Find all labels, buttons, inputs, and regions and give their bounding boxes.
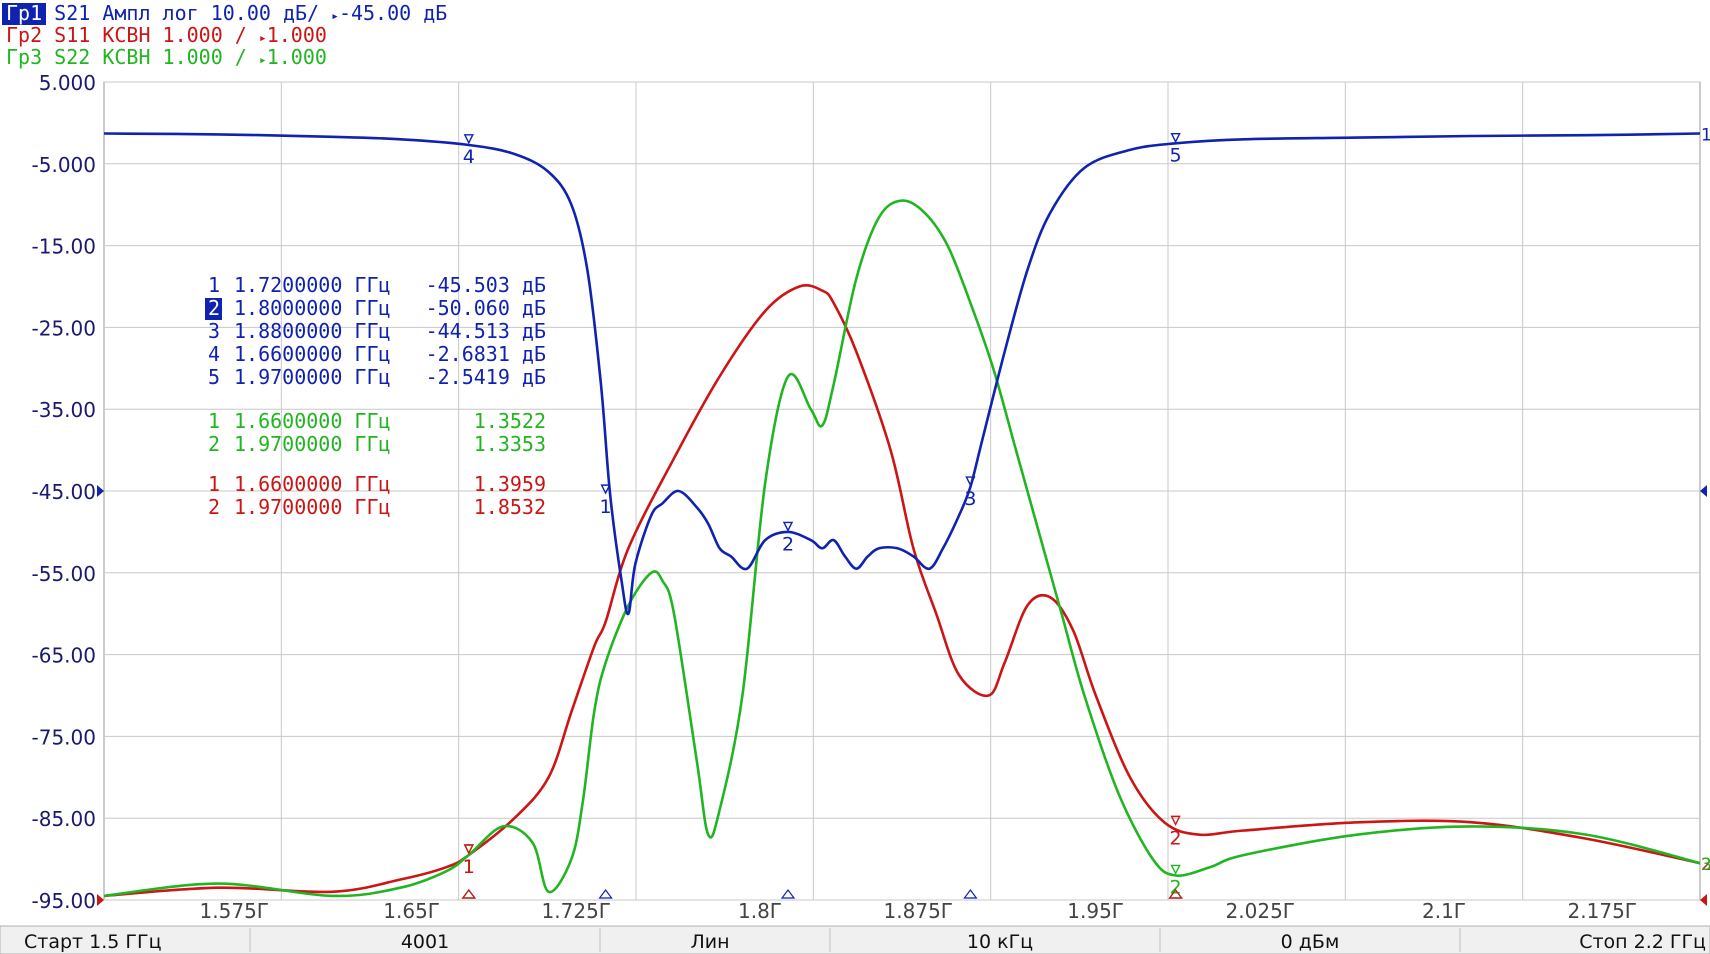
marker-row-s21[interactable]: 5 1.9700000 ГГц -2.5419 дБ <box>208 365 546 389</box>
marker-value: -2.6831 дБ <box>426 342 546 366</box>
x-tick-label: 1.8Г <box>738 899 782 923</box>
power-level[interactable]: 0 дБм <box>1281 931 1340 953</box>
marker-frequency: 1.6600000 ГГц <box>234 342 391 366</box>
x-tick-label: 2.1Г <box>1422 899 1466 923</box>
marker-frequency: 1.6600000 ГГц <box>234 409 391 433</box>
marker-value: -45.503 дБ <box>426 273 546 297</box>
marker-value: 1.3959 <box>474 472 546 496</box>
marker-frequency: 1.9700000 ГГц <box>234 365 391 389</box>
marker-number: 3 <box>208 319 220 343</box>
x-tick-label: 2.025Г <box>1226 899 1295 923</box>
y-tick-label: -65.00 <box>32 644 96 668</box>
marker-frequency: 1.9700000 ГГц <box>234 495 391 519</box>
marker-frequency: 1.8800000 ГГц <box>234 319 391 343</box>
trace-header-text: Гр2 S11 КСВН 1.000 / ▸1.000 <box>6 23 327 47</box>
y-tick-label: -75.00 <box>32 725 96 749</box>
x-tick-label: 2.175Г <box>1568 899 1637 923</box>
marker-value: 1.3353 <box>474 432 546 456</box>
marker-label: 3 <box>964 488 976 510</box>
marker-frequency: 1.9700000 ГГц <box>234 432 391 456</box>
marker-number: 2 <box>208 495 220 519</box>
trace-tag[interactable]: Гр2 <box>6 23 42 47</box>
ref-arrow-glyph: ▸ <box>331 9 339 24</box>
trace-param: S22 КСВН 1.000 / <box>42 45 259 69</box>
marker-frequency: 1.7200000 ГГц <box>234 273 391 297</box>
trace-end-label: 3 <box>1701 855 1710 875</box>
ref-arrow-glyph: ▸ <box>259 53 267 68</box>
marker-number: 2 <box>208 296 220 320</box>
marker-value: -50.060 дБ <box>426 296 546 320</box>
marker-row-s22[interactable]: 2 1.9700000 ГГц 1.3353 <box>208 432 546 456</box>
trace-header-text: Гр1 S21 Ампл лог 10.00 дБ/ ▸-45.00 дБ <box>6 1 447 25</box>
x-tick-label: 1.65Г <box>383 899 440 923</box>
trace-header-text: Гр3 S22 КСВН 1.000 / ▸1.000 <box>6 45 327 69</box>
y-tick-label: -35.00 <box>32 398 96 422</box>
marker-label: 4 <box>463 146 475 168</box>
status-bar-bg <box>0 925 1710 954</box>
y-tick-label: 5.000 <box>39 71 96 95</box>
trace-header-Гр2[interactable]: Гр2 S11 КСВН 1.000 / ▸1.000 <box>6 23 327 47</box>
y-tick-label: -85.00 <box>32 807 96 831</box>
if-bandwidth[interactable]: 10 кГц <box>967 931 1033 953</box>
marker-label: 1 <box>463 856 475 878</box>
marker-label: 2 <box>1170 827 1182 849</box>
x-tick-label: 1.575Г <box>200 899 269 923</box>
status-bar: Старт 1.5 ГГц 4001 Лин 10 кГц 0 дБм Стоп 2.2 … <box>0 925 1710 954</box>
sweep-start[interactable]: Старт 1.5 ГГц <box>24 931 162 953</box>
marker-number: 4 <box>208 342 220 366</box>
marker-number: 5 <box>208 365 220 389</box>
y-tick-label: -15.00 <box>32 235 96 259</box>
trace-param: S21 Ампл лог 10.00 дБ/ <box>42 1 331 25</box>
trace-header-Гр3[interactable]: Гр3 S22 КСВН 1.000 / ▸1.000 <box>6 45 327 69</box>
y-tick-label: -25.00 <box>32 316 96 340</box>
trace-ref: 1.000 <box>267 45 327 69</box>
marker-label: 1 <box>600 496 612 518</box>
sweep-points[interactable]: 4001 <box>401 931 449 953</box>
trace-param: S11 КСВН 1.000 / <box>42 23 259 47</box>
y-tick-label: -45.00 <box>32 480 96 504</box>
marker-label: 5 <box>1170 145 1182 167</box>
sweep-type[interactable]: Лин <box>690 931 729 953</box>
marker-number: 1 <box>208 273 220 297</box>
marker-label: 2 <box>782 533 794 555</box>
y-tick-label: -55.00 <box>32 562 96 586</box>
marker-number: 2 <box>208 432 220 456</box>
marker-number: 1 <box>208 472 220 496</box>
marker-row-s22[interactable]: 1 1.6600000 ГГц 1.3522 <box>208 409 546 433</box>
x-tick-label: 1.95Г <box>1067 899 1124 923</box>
trace-end-label: 1 <box>1701 126 1710 146</box>
marker-row-s21[interactable]: 1 1.7200000 ГГц -45.503 дБ <box>208 273 546 297</box>
marker-value: 1.3522 <box>474 409 546 433</box>
trace-ref: -45.00 дБ <box>339 1 447 25</box>
marker-value: -44.513 дБ <box>426 319 546 343</box>
marker-row-s11[interactable]: 1 1.6600000 ГГц 1.3959 <box>208 472 546 496</box>
y-tick-label: -95.00 <box>32 889 96 913</box>
marker-frequency: 1.8000000 ГГц <box>234 296 391 320</box>
marker-value: 1.8532 <box>474 495 546 519</box>
trace-tag[interactable]: Гр3 <box>6 45 42 69</box>
ref-arrow-glyph: ▸ <box>259 31 267 46</box>
marker-number: 1 <box>208 409 220 433</box>
marker-row-s11[interactable]: 2 1.9700000 ГГц 1.8532 <box>208 495 546 519</box>
x-tick-label: 1.725Г <box>542 899 611 923</box>
y-tick-label: -5.000 <box>32 153 96 177</box>
marker-row-s21[interactable]: 2 1.8000000 ГГц -50.060 дБ <box>205 296 546 320</box>
marker-row-s21[interactable]: 4 1.6600000 ГГц -2.6831 дБ <box>208 342 546 366</box>
marker-frequency: 1.6600000 ГГц <box>234 472 391 496</box>
trace-ref: 1.000 <box>267 23 327 47</box>
marker-value: -2.5419 дБ <box>426 365 546 389</box>
marker-row-s21[interactable]: 3 1.8800000 ГГц -44.513 дБ <box>208 319 546 343</box>
trace-tag[interactable]: Гр1 <box>6 1 42 25</box>
sweep-stop[interactable]: Стоп 2.2 ГГц <box>1579 931 1706 953</box>
x-tick-label: 1.875Г <box>884 899 953 923</box>
vna-screen: 5.000 -5.000 -15.00 -25.00 -35.00 -45.00 -55.0… <box>0 0 1710 954</box>
trace-header-Гр1[interactable]: Гр1 S21 Ампл лог 10.00 дБ/ ▸-45.00 дБ <box>2 1 447 25</box>
